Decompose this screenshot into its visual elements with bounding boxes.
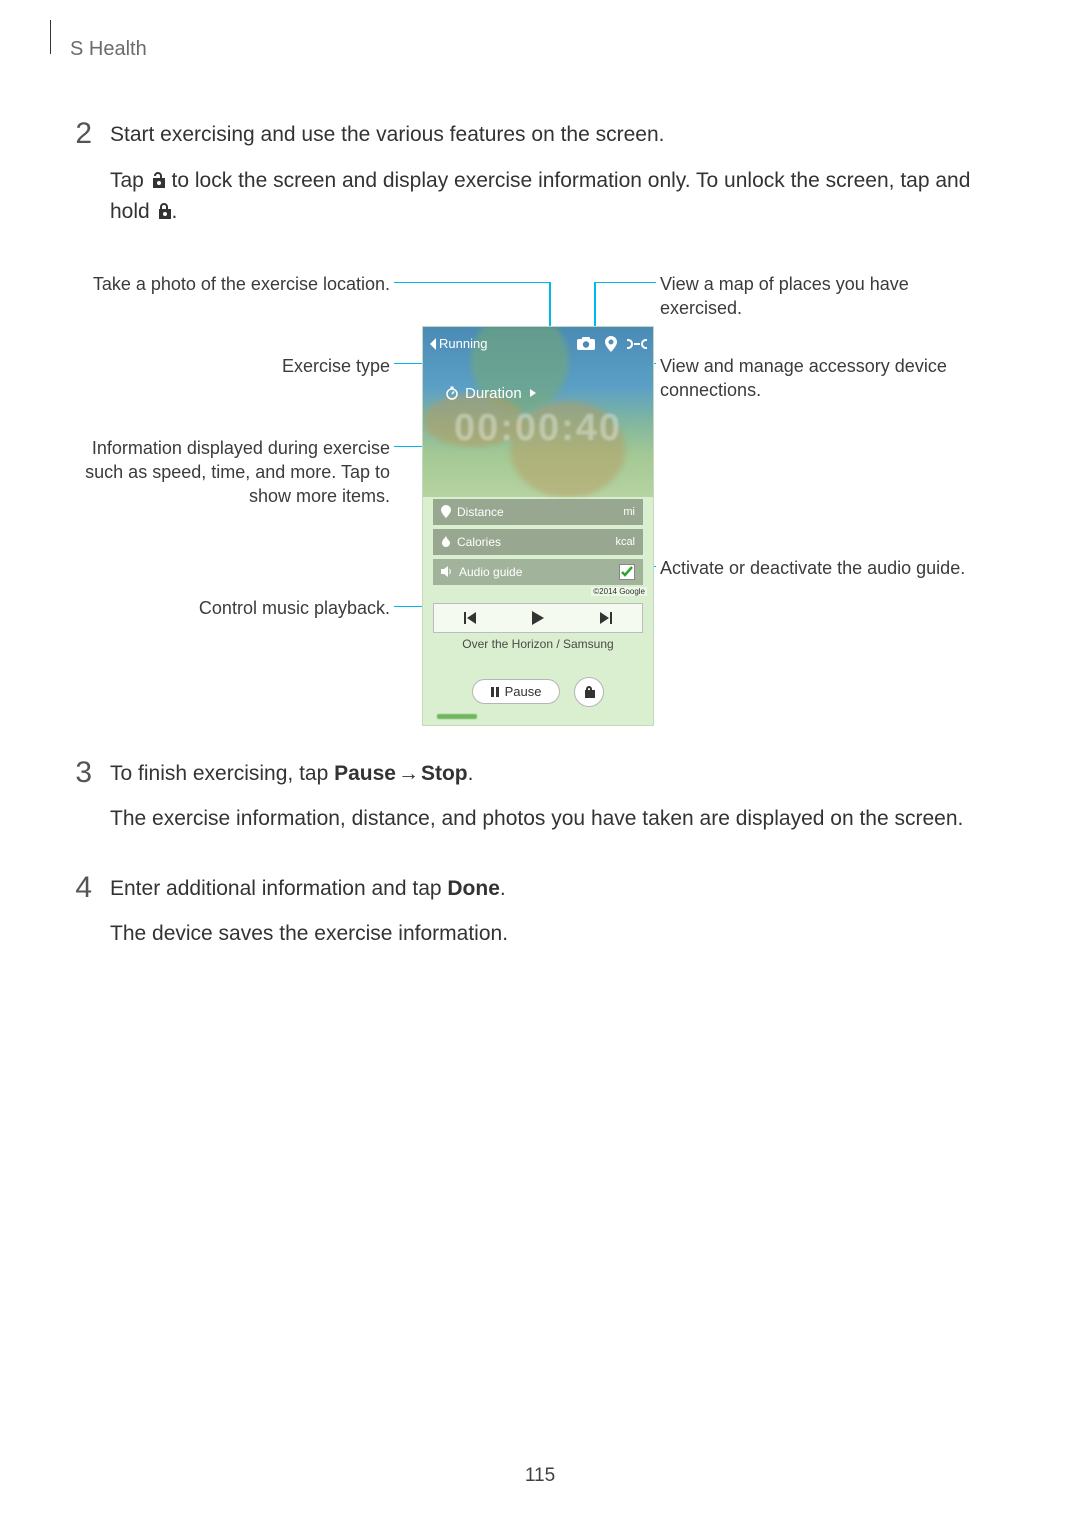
dropdown-indicator-icon xyxy=(530,389,536,397)
distance-unit: mi xyxy=(623,506,635,518)
stopwatch-icon xyxy=(445,386,459,400)
step-2-line-2: Tap to lock the screen and display exerc… xyxy=(110,165,1010,228)
lock-closed-icon xyxy=(156,200,172,223)
exercise-screen-mock: Running Duration 00:00:40 Dist xyxy=(422,326,654,726)
callout-accessory: View and manage accessory device connect… xyxy=(660,354,980,403)
track-info: Over the Horizon / Samsung xyxy=(423,637,653,651)
duration-label: Duration xyxy=(465,385,522,402)
exercise-screen-figure: Take a photo of the exercise location. E… xyxy=(70,266,1010,734)
exercise-type-label: Running xyxy=(439,336,487,351)
step-3: 3 To finish exercising, tap Pause → Stop… xyxy=(70,758,1010,849)
page-number: 115 xyxy=(0,1465,1080,1487)
step-2: 2 Start exercising and use the various f… xyxy=(70,119,1010,242)
calories-unit: kcal xyxy=(615,536,635,548)
callout-audio-guide: Activate or deactivate the audio guide. xyxy=(660,556,980,580)
distance-row[interactable]: Distance mi xyxy=(433,499,643,525)
calories-row[interactable]: Calories kcal xyxy=(433,529,643,555)
lock-icon xyxy=(583,685,595,699)
duration-selector[interactable]: Duration xyxy=(445,385,536,402)
step-4-line-1: Enter additional information and tap Don… xyxy=(110,873,1010,905)
calories-label: Calories xyxy=(457,535,501,549)
audio-guide-checkbox[interactable] xyxy=(619,564,635,580)
section-header: S Health xyxy=(70,38,1010,61)
play-button[interactable] xyxy=(532,611,544,625)
next-track-button[interactable] xyxy=(600,612,614,624)
callout-photo: Take a photo of the exercise location. xyxy=(70,272,390,296)
check-icon xyxy=(621,566,633,578)
pause-button-label: Pause xyxy=(505,684,542,699)
map-pin-icon[interactable] xyxy=(605,336,617,352)
distance-label: Distance xyxy=(457,505,504,519)
back-button[interactable]: Running xyxy=(429,336,487,351)
step-3-line-2: The exercise information, distance, and … xyxy=(110,803,1010,835)
audio-guide-row[interactable]: Audio guide xyxy=(433,559,643,585)
camera-icon[interactable] xyxy=(577,337,595,350)
step-number: 3 xyxy=(70,758,92,849)
audio-guide-label: Audio guide xyxy=(459,565,522,579)
pause-button[interactable]: Pause xyxy=(472,679,561,704)
callout-music: Control music playback. xyxy=(70,596,390,620)
step-number: 4 xyxy=(70,873,92,964)
speaker-icon xyxy=(441,566,453,577)
step-4: 4 Enter additional information and tap D… xyxy=(70,873,1010,964)
distance-pin-icon xyxy=(441,505,451,518)
flame-icon xyxy=(441,535,451,548)
pause-icon xyxy=(491,687,499,697)
step-2-line-1: Start exercising and use the various fea… xyxy=(110,119,1010,151)
music-controls xyxy=(433,603,643,633)
callout-info-displayed: Information displayed during exercise su… xyxy=(70,436,390,509)
accessory-link-icon[interactable] xyxy=(627,338,647,350)
step-3-line-1: To finish exercising, tap Pause → Stop. xyxy=(110,758,1010,790)
step-number: 2 xyxy=(70,119,92,242)
callout-exercise-type: Exercise type xyxy=(70,354,390,378)
map-attribution: ©2014 Google xyxy=(591,587,647,596)
callout-map: View a map of places you have exercised. xyxy=(660,272,980,321)
step-4-line-2: The device saves the exercise informatio… xyxy=(110,918,1010,950)
previous-track-button[interactable] xyxy=(462,612,476,624)
chevron-left-icon xyxy=(429,338,437,350)
lock-screen-button[interactable] xyxy=(574,677,604,707)
lock-open-icon xyxy=(150,169,166,192)
